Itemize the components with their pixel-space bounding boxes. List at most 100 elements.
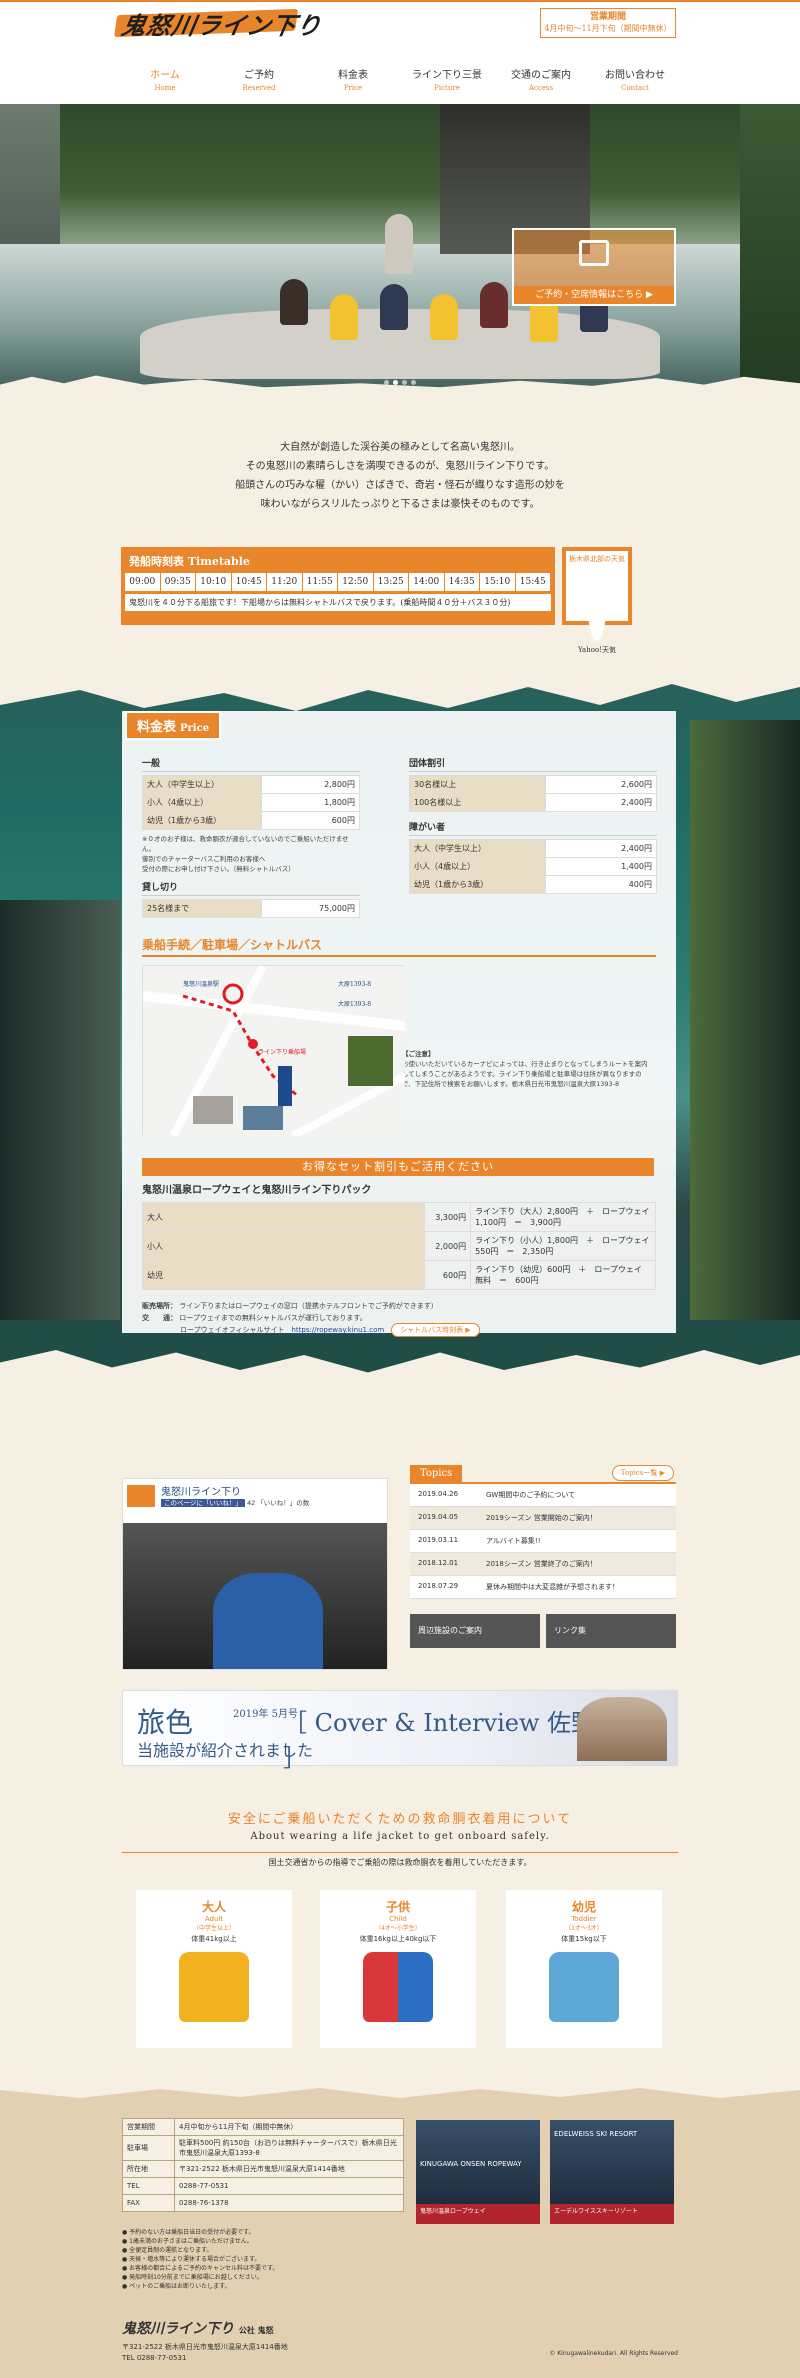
facebook-widget[interactable]: 鬼怒川ライン下り このページに「いいね！」 42 「いいね！」の数: [122, 1478, 388, 1670]
top-bar: 鬼怒川ライン下り 営業期間 4月中旬〜11月下旬（期間中無休）: [0, 0, 800, 44]
topic-text: 2018シーズン 営業終了のご案内！: [486, 1560, 597, 1568]
price-key: 30名様以上: [409, 775, 546, 794]
price-tab: 料金表 Price: [125, 711, 222, 740]
footer-notes: ● 予約のない方は乗船日当日の受付が必要です。 ● 1歳未満のお子さまはご乗船い…: [122, 2228, 404, 2291]
price-value: 2,400円: [544, 839, 658, 858]
links-button[interactable]: リンク集: [546, 1614, 676, 1648]
hero-slider[interactable]: ご予約・空席情報はこちら ▶: [0, 104, 800, 394]
nav-picture[interactable]: ライン下り三景 Picture: [412, 44, 482, 104]
fb-post-figure: [213, 1573, 323, 1669]
table-row: 幼児（1歳から3歳） 600円: [141, 811, 360, 830]
price-value: 400円: [544, 875, 658, 894]
map-label: 大原1393-8: [338, 1000, 371, 1008]
cliff-left: [0, 900, 120, 1320]
list-item[interactable]: 2018.12.01 2018シーズン 営業終了のご案内！: [410, 1553, 676, 1576]
departure-time: 14:35: [445, 573, 480, 591]
site-logo[interactable]: 鬼怒川ライン下り: [119, 6, 325, 41]
nav-home[interactable]: ホーム Home: [130, 44, 200, 104]
topic-text: 2019シーズン 営業開始のご案内！: [486, 1514, 597, 1522]
shuttle-timetable-button[interactable]: シャトルバス時刻表 ▶: [391, 1323, 480, 1337]
slider-dot[interactable]: [402, 380, 407, 385]
footer-note: ● 発船時刻10分前までに乗船場にお越しください。: [122, 2274, 263, 2281]
price-tab-label: 料金表: [137, 720, 177, 735]
fb-like-button[interactable]: このページに「いいね！」: [161, 1499, 245, 1507]
nav-access[interactable]: 交通のご案内 Access: [506, 44, 576, 104]
intro-line: その鬼怒川の素晴らしさを満喫できるのが、鬼怒川ライン下りです。: [245, 461, 555, 472]
charter-title: 貸し切り: [142, 880, 360, 896]
jacket-weight: 体重41kg以上: [191, 1935, 237, 1943]
table-row: 100名様以上 2,400円: [409, 793, 658, 812]
slider-dot[interactable]: [411, 380, 416, 385]
nav-access-en: Access: [528, 84, 554, 92]
ropeway-banner[interactable]: KINUGAWA ONSEN ROPEWAY 鬼怒川温泉ロープウェイ: [416, 2120, 540, 2224]
ski-banner-caption: エーデルワイススキーリゾート: [550, 2204, 674, 2224]
info-key: 営業期間: [122, 2118, 175, 2136]
tabiiro-banner[interactable]: 旅色 当施設が紹介されました 2019年 5月号 ［ Cover & Inter…: [122, 1690, 678, 1772]
setplan-key: 小人: [141, 1231, 426, 1261]
list-item[interactable]: 2019.03.11 アルバイト募集!!: [410, 1530, 676, 1553]
departure-time: 11:55: [303, 573, 338, 591]
lifejacket-toddler: 幼児 Toddler （1才〜3才） 体重15kg以下: [506, 1890, 662, 2048]
topics-more-button[interactable]: Topics一覧 ▶: [611, 1465, 674, 1481]
nav-price-label: 料金表: [338, 70, 368, 81]
jacket-weight: 体重16kg以上40kg以下: [359, 1935, 437, 1943]
general-title: 一般: [142, 756, 360, 772]
table-row: 25名様まで 75,000円: [141, 899, 360, 918]
setplan-table: 大人 3,300円 ライン下り（大人）2,800円 ＋ ロープウェイ 1,100円 …: [141, 1202, 658, 1290]
nav-reserved-label: ご予約: [244, 70, 274, 81]
discount-price-block: 団体割引 30名様以上 2,600円 100名様以上 2,400円 障がい者 大人（…: [409, 756, 658, 894]
setplan-detail: ライン下り（幼児）600円 ＋ ロープウェイ 無料 ＝ 600円: [470, 1260, 656, 1290]
reservation-cta[interactable]: ご予約・空席情報はこちら ▶: [512, 228, 676, 306]
price-key: 幼児（1歳から3歳）: [409, 875, 546, 894]
nav-contact[interactable]: お問い合わせ Contact: [600, 44, 670, 104]
nearby-facilities-button[interactable]: 周辺施設のご案内: [410, 1614, 540, 1648]
table-row: 大人（中学生以上） 2,400円: [409, 839, 658, 858]
slider-dot[interactable]: [384, 380, 389, 385]
footer-address-line: 〒321-2522 栃木県日光市鬼怒川温泉大原1414番地: [122, 2343, 288, 2351]
fb-page-name[interactable]: 鬼怒川ライン下り: [161, 1483, 309, 1498]
jacket-name: 大人: [201, 1900, 226, 1914]
nav-reserved-en: Reserved: [242, 84, 276, 92]
footer-logo[interactable]: 鬼怒川ライン下り 公社 鬼怒: [122, 2318, 274, 2338]
lifejacket-section: 安全にご乗船いただくための救命胴衣着用について About wearing a …: [0, 1808, 800, 1872]
fb-header: 鬼怒川ライン下り このページに「いいね！」 42 「いいね！」の数: [123, 1479, 387, 1512]
jacket-sub: （中学生以上）: [192, 1925, 235, 1932]
ski-resort-banner[interactable]: EDELWEISS SKI RESORT エーデルワイススキーリゾート: [550, 2120, 674, 2224]
general-price-block: 一般 大人（中学生以上） 2,800円 小人（4歳以上） 1,800円 幼児（1歳か…: [141, 756, 360, 918]
topics-title: Topics: [410, 1465, 463, 1482]
slider-dot[interactable]: [393, 380, 398, 385]
info-value: 駐車料500円 約150台（お泊りは無料チャーターバスで）栃木県日光市鬼怒川温泉…: [174, 2135, 404, 2161]
list-item[interactable]: 2018.07.29 夏休み期間中は大変混雑が予想されます！: [410, 1576, 676, 1599]
map-label: 大原1393-8: [338, 980, 371, 988]
footer-note: ● ペットのご乗船はお断りいたします。: [122, 2283, 231, 2290]
weather-brand: Yahoo!天気: [577, 646, 616, 654]
price-key: 幼児（1歳から3歳）: [141, 811, 263, 830]
jacket-name: 幼児: [571, 1900, 596, 1914]
ropeway-link[interactable]: https://ropeway.kinu1.com: [291, 1326, 384, 1334]
intro-line: 味わいながらスリルたっぷりと下るさまは豪快そのものです。: [260, 499, 540, 510]
list-item[interactable]: 2019.04.05 2019シーズン 営業開始のご案内！: [410, 1507, 676, 1530]
map-label: ライン下り乗船場: [258, 1048, 306, 1056]
list-item[interactable]: 2019.04.26 GW期間中のご予約について: [410, 1484, 676, 1507]
map-label: 鬼怒川温泉駅: [183, 980, 219, 988]
price-key: 小人（4歳以上）: [141, 793, 263, 812]
access-map[interactable]: 鬼怒川温泉駅 ライン下り乗船場 大原1393-8 大原1393-8: [142, 964, 407, 1140]
departure-time: 14:00: [409, 573, 445, 591]
footer-company: 公社 鬼怒: [238, 2325, 274, 2335]
info-key: TEL: [122, 2177, 175, 2195]
nav-picture-label: ライン下り三景: [412, 70, 482, 81]
nav-reserved[interactable]: ご予約 Reserved: [224, 44, 294, 104]
table-row: 30名様以上 2,600円: [409, 775, 658, 794]
weather-widget[interactable]: 栃木県北部の天気 Yahoo!天気: [562, 547, 632, 654]
nav-contact-en: Contact: [621, 84, 649, 92]
topic-date: 2018.07.29: [418, 1582, 459, 1590]
departure-time: 15:45: [516, 573, 551, 591]
hero-person: [480, 282, 508, 328]
fb-post-image[interactable]: [123, 1523, 387, 1669]
map-photo: [193, 1096, 233, 1124]
info-value: 0288-77-0531: [174, 2177, 404, 2195]
topics-list: 2019.04.26 GW期間中のご予約について 2019.04.05 2019シー…: [410, 1482, 676, 1599]
hero-person: [280, 279, 308, 325]
info-value: 0288-76-1378: [174, 2194, 404, 2212]
nav-price[interactable]: 料金表 Price: [318, 44, 388, 104]
